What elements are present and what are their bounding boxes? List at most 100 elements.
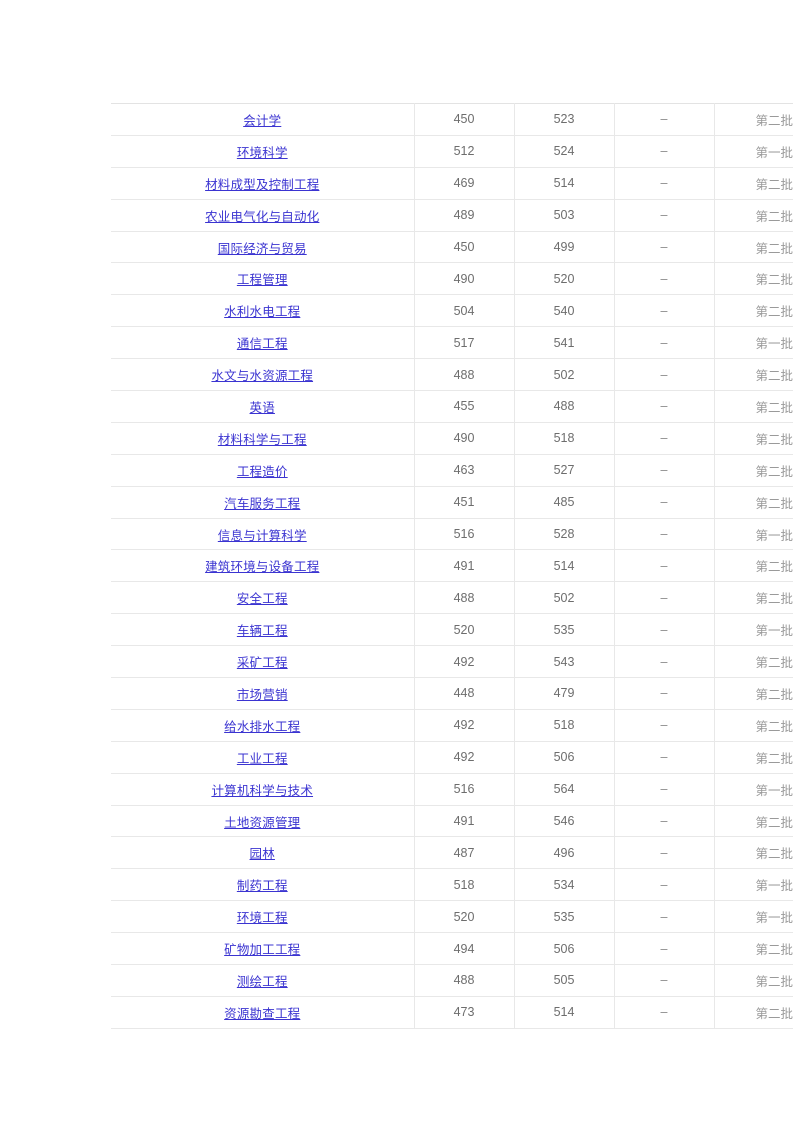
min-score-cell: 492 (413, 645, 514, 679)
table-row: 工程造价 463 527– 第二批 (111, 454, 793, 487)
avg-score-cell: 503 (513, 199, 614, 232)
min-score-cell: 488 (413, 581, 514, 615)
table-row: 国际经济与贸易 450 499– 第二批 (111, 231, 793, 264)
major-name-cell: 工程管理 (111, 262, 414, 296)
admission-batch-cell: 第二批 (713, 422, 793, 455)
major-link[interactable]: 土地资源管理 (224, 816, 300, 830)
major-link[interactable]: 材料成型及控制工程 (205, 178, 319, 192)
min-score-cell: 516 (413, 773, 514, 806)
avg-score-cell: 488 (513, 390, 614, 423)
rank-cell: – (613, 199, 714, 232)
rank-cell: – (613, 645, 714, 679)
major-link[interactable]: 计算机科学与技术 (211, 784, 313, 798)
admission-batch-cell: 第一批 (713, 613, 793, 647)
major-link[interactable]: 水利水电工程 (224, 305, 300, 319)
table-row: 水文与水资源工程 488 502– 第二批 (111, 358, 793, 392)
major-name-cell: 汽车服务工程 (111, 486, 414, 519)
avg-score-cell: 499 (513, 231, 614, 264)
major-link[interactable]: 建筑环境与设备工程 (205, 560, 319, 574)
admission-batch-cell: 第二批 (713, 294, 793, 328)
avg-score-cell: 527 (513, 454, 614, 487)
major-link[interactable]: 矿物加工工程 (224, 943, 300, 957)
major-link[interactable]: 环境科学 (237, 146, 288, 160)
rank-cell: – (613, 262, 714, 296)
major-name-cell: 矿物加工工程 (111, 932, 414, 966)
avg-score-cell: 514 (513, 549, 614, 583)
table-row: 采矿工程 492 543– 第二批 (111, 645, 793, 679)
avg-score-cell: 523 (513, 103, 614, 136)
major-link[interactable]: 测绘工程 (237, 975, 288, 989)
major-link[interactable]: 采矿工程 (237, 656, 288, 670)
major-link[interactable]: 给水排水工程 (224, 720, 300, 734)
major-link[interactable]: 车辆工程 (237, 624, 288, 638)
admission-batch-cell: 第二批 (713, 581, 793, 615)
table-row: 环境工程 520 535– 第一批 (111, 900, 793, 934)
major-link[interactable]: 会计学 (243, 114, 281, 128)
major-link[interactable]: 国际经济与贸易 (218, 242, 307, 256)
major-link[interactable]: 工程管理 (237, 273, 288, 287)
avg-score-cell: 520 (513, 262, 614, 296)
min-score-cell: 451 (413, 486, 514, 519)
major-link[interactable]: 水文与水资源工程 (211, 369, 313, 383)
major-name-cell: 工业工程 (111, 741, 414, 774)
avg-score-cell: 534 (513, 868, 614, 902)
admission-batch-cell: 第二批 (713, 358, 793, 392)
table-row: 农业电气化与自动化 489 503– 第二批 (111, 199, 793, 232)
admission-batch-cell: 第二批 (713, 996, 793, 1029)
min-score-cell: 520 (413, 613, 514, 647)
avg-score-cell: 496 (513, 836, 614, 870)
admission-batch-cell: 第二批 (713, 932, 793, 966)
major-name-cell: 工程造价 (111, 454, 414, 487)
table-row: 建筑环境与设备工程 491 514– 第二批 (111, 549, 793, 583)
min-score-cell: 516 (413, 518, 514, 551)
admission-batch-cell: 第二批 (713, 231, 793, 264)
table-row: 会计学 450 523– 第二批 (111, 103, 793, 136)
major-name-cell: 市场营销 (111, 677, 414, 710)
major-name-cell: 采矿工程 (111, 645, 414, 679)
major-link[interactable]: 工业工程 (237, 752, 288, 766)
avg-score-cell: 502 (513, 358, 614, 392)
major-name-cell: 测绘工程 (111, 964, 414, 997)
major-link[interactable]: 汽车服务工程 (224, 497, 300, 511)
major-link[interactable]: 工程造价 (237, 465, 288, 479)
min-score-cell: 455 (413, 390, 514, 423)
major-name-cell: 英语 (111, 390, 414, 423)
major-name-cell: 国际经济与贸易 (111, 231, 414, 264)
major-link[interactable]: 安全工程 (237, 592, 288, 606)
min-score-cell: 487 (413, 836, 514, 870)
major-link[interactable]: 资源勘查工程 (224, 1007, 300, 1021)
min-score-cell: 488 (413, 964, 514, 997)
admission-batch-cell: 第二批 (713, 262, 793, 296)
rank-cell: – (613, 932, 714, 966)
major-link[interactable]: 英语 (250, 401, 275, 415)
major-name-cell: 通信工程 (111, 326, 414, 360)
avg-score-cell: 485 (513, 486, 614, 519)
major-link[interactable]: 市场营销 (237, 688, 288, 702)
admission-batch-cell: 第二批 (713, 486, 793, 519)
table-row: 园林 487 496– 第二批 (111, 836, 793, 870)
rank-cell: – (613, 518, 714, 551)
admission-batch-cell: 第二批 (713, 677, 793, 710)
rank-cell: – (613, 167, 714, 200)
min-score-cell: 490 (413, 262, 514, 296)
avg-score-cell: 543 (513, 645, 614, 679)
major-link[interactable]: 通信工程 (237, 337, 288, 351)
major-link[interactable]: 环境工程 (237, 911, 288, 925)
admission-batch-cell: 第一批 (713, 900, 793, 934)
admission-batch-cell: 第二批 (713, 454, 793, 487)
major-link[interactable]: 园林 (250, 847, 275, 861)
min-score-cell: 448 (413, 677, 514, 710)
major-link[interactable]: 制药工程 (237, 879, 288, 893)
major-link[interactable]: 农业电气化与自动化 (205, 210, 319, 224)
major-link[interactable]: 材料科学与工程 (218, 433, 307, 447)
major-name-cell: 环境科学 (111, 135, 414, 168)
major-name-cell: 制药工程 (111, 868, 414, 902)
major-link[interactable]: 信息与计算科学 (218, 529, 307, 543)
admission-batch-cell: 第二批 (713, 805, 793, 838)
avg-score-cell: 514 (513, 167, 614, 200)
min-score-cell: 517 (413, 326, 514, 360)
min-score-cell: 450 (413, 103, 514, 136)
table-row: 资源勘查工程 473 514– 第二批 (111, 996, 793, 1029)
avg-score-cell: 505 (513, 964, 614, 997)
table-row: 工程管理 490 520– 第二批 (111, 262, 793, 296)
